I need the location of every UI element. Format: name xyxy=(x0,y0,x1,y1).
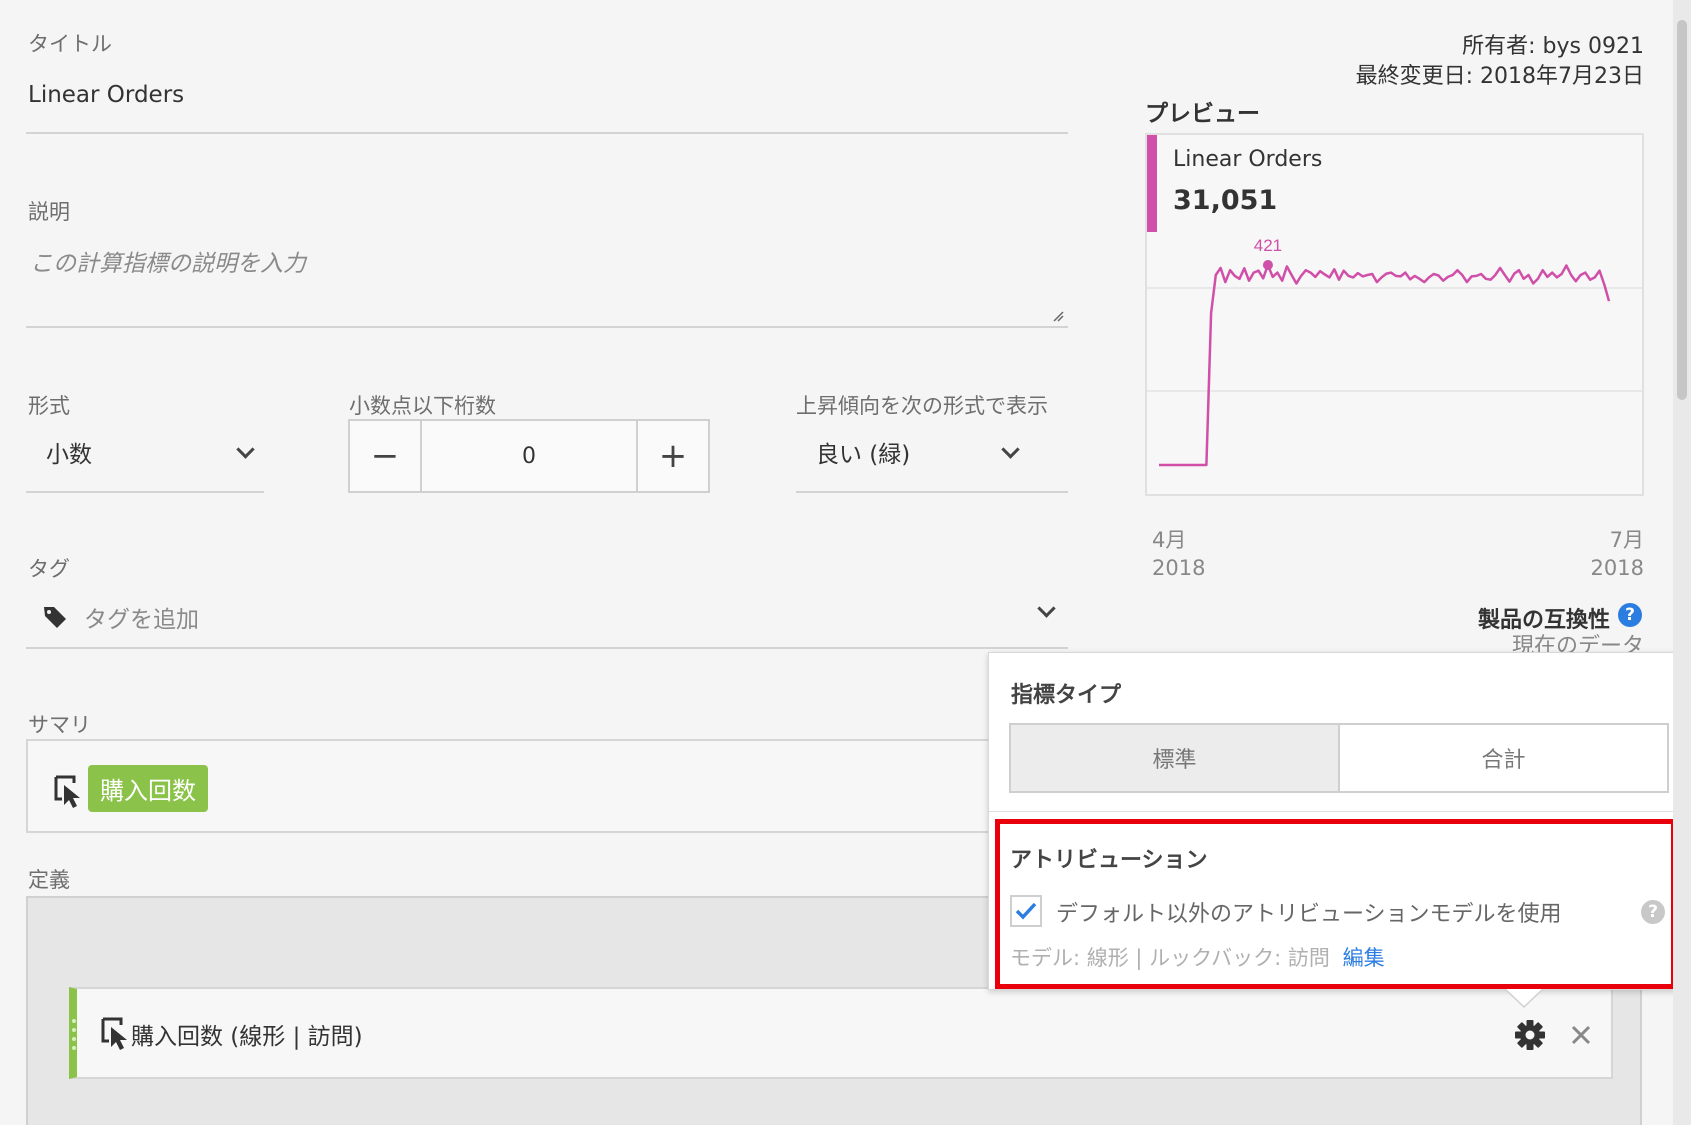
title-input-value: Linear Orders xyxy=(28,82,185,108)
metric-type-standard[interactable]: 標準 xyxy=(1011,725,1340,791)
series-line-linear-orders xyxy=(1159,263,1611,467)
help-icon[interactable]: ? xyxy=(1618,603,1642,627)
summary-metric-tag[interactable]: 購入回数 xyxy=(88,765,208,812)
scrollbar-track[interactable] xyxy=(1673,0,1691,1125)
metric-cursor-icon xyxy=(54,775,80,808)
scrollbar-thumb[interactable] xyxy=(1677,20,1687,400)
peak-marker xyxy=(1262,260,1273,270)
gear-icon[interactable] xyxy=(1514,1019,1546,1051)
metric-type-toggle: 標準 合計 xyxy=(1009,723,1669,793)
decimal-label: 小数点以下桁数 xyxy=(349,394,496,418)
peak-label: 421 xyxy=(1254,236,1282,255)
popover-caret xyxy=(1505,989,1543,1009)
owner-text: 所有者: bys 0921 xyxy=(1462,34,1644,59)
decimal-stepper[interactable]: − 0 + xyxy=(348,419,710,493)
preview-line-chart: 421 xyxy=(1147,236,1642,467)
attribution-heading: アトリビューション xyxy=(1010,848,1208,873)
close-icon[interactable] xyxy=(1571,1025,1591,1045)
resize-handle-icon[interactable] xyxy=(1052,310,1064,322)
attribution-checkbox-label[interactable]: デフォルト以外のアトリビューションモデルを使用 xyxy=(1056,896,1562,928)
description-placeholder: この計算指標の説明を入力 xyxy=(30,251,306,277)
attribution-model-value: モデル: 線形 | ルックバック: 訪問 xyxy=(1010,946,1330,970)
title-input[interactable]: Linear Orders xyxy=(26,70,1068,134)
trend-value: 良い (緑) xyxy=(816,442,911,468)
increment-button[interactable]: + xyxy=(638,421,708,491)
tags-placeholder: タグを追加 xyxy=(84,607,199,633)
attribution-highlight: アトリビューション デフォルト以外のアトリビューションモデルを使用 ? モデル:… xyxy=(995,819,1676,989)
definition-metric-label: 購入回数 (線形 | 訪問) xyxy=(131,1024,363,1050)
tags-label: タグ xyxy=(28,557,70,581)
description-label: 説明 xyxy=(28,200,70,224)
decimal-value[interactable]: 0 xyxy=(420,421,638,491)
help-icon[interactable]: ? xyxy=(1641,900,1665,924)
edit-link[interactable]: 編集 xyxy=(1343,946,1385,970)
description-textarea[interactable]: この計算指標の説明を入力 xyxy=(26,236,1068,328)
modified-text: 最終変更日: 2018年7月23日 xyxy=(1355,64,1644,89)
compat-label: 製品の互換性 xyxy=(1477,608,1610,633)
trend-select[interactable]: 良い (緑) xyxy=(796,425,1068,493)
format-label: 形式 xyxy=(28,394,70,418)
tag-icon xyxy=(44,607,66,628)
checkmark-icon xyxy=(1015,902,1037,920)
preview-card: Linear Orders 31,051 421 xyxy=(1145,133,1644,496)
definition-metric-row[interactable]: 購入回数 (線形 | 訪問) xyxy=(69,987,1613,1079)
metric-cursor-icon xyxy=(101,1017,127,1050)
compat-status: 現在のデータ xyxy=(1511,634,1644,654)
summary-box: 購入回数 xyxy=(26,739,998,833)
title-label: タイトル xyxy=(28,32,112,56)
metric-type-heading: 指標タイプ xyxy=(1011,683,1122,708)
preview-heading: プレビュー xyxy=(1145,101,1260,127)
tags-input[interactable]: タグを追加 xyxy=(26,590,1068,649)
x-end-month: 7月 xyxy=(1609,528,1644,552)
metric-settings-popover: 指標タイプ 標準 合計 アトリビューション デフォルト以外のアトリビューションモ… xyxy=(988,652,1691,990)
decrement-button[interactable]: − xyxy=(350,421,420,491)
drag-handle-icon[interactable] xyxy=(71,1017,77,1051)
attribution-checkbox[interactable] xyxy=(1010,895,1042,927)
chevron-down-icon[interactable] xyxy=(1037,599,1056,618)
metric-type-total[interactable]: 合計 xyxy=(1340,725,1667,791)
divider xyxy=(989,811,1691,812)
chevron-down-icon xyxy=(1001,440,1020,459)
format-select[interactable]: 小数 xyxy=(26,425,264,493)
x-start-month: 4月 xyxy=(1152,528,1187,552)
chevron-down-icon xyxy=(236,440,255,459)
trend-label: 上昇傾向を次の形式で表示 xyxy=(796,394,1048,418)
definition-label: 定義 xyxy=(28,868,70,892)
attribution-model-text: モデル: 線形 | ルックバック: 訪問 編集 xyxy=(1010,942,1385,972)
format-value: 小数 xyxy=(46,442,92,468)
summary-label: サマリ xyxy=(28,713,91,737)
x-start-year: 2018 xyxy=(1152,556,1206,580)
x-end-year: 2018 xyxy=(1590,556,1644,580)
